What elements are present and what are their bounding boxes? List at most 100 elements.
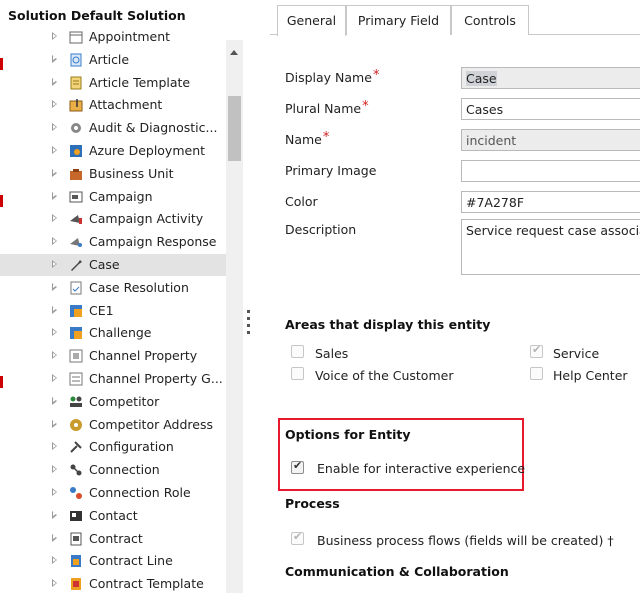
expand-arrow-icon[interactable] (52, 214, 57, 223)
tree-item[interactable]: Business Unit (0, 163, 226, 185)
tab-general[interactable]: General (277, 5, 346, 36)
attachment-icon (68, 97, 84, 113)
expand-arrow-icon[interactable] (52, 146, 57, 154)
primary-image-select[interactable] (461, 160, 640, 182)
help-center-checkbox[interactable] (530, 367, 543, 380)
voice-of-customer-checkbox[interactable] (291, 367, 304, 380)
service-label: Service (553, 346, 600, 361)
interactive-experience-label: Enable for interactive experience (317, 461, 526, 476)
connection-role-icon (68, 485, 84, 501)
tree-item[interactable]: Channel Property (0, 345, 226, 367)
azure-deployment-icon (68, 143, 84, 159)
expand-arrow-icon[interactable] (52, 488, 57, 496)
tree-item[interactable]: Contact (0, 505, 226, 527)
expand-arrow-icon[interactable] (52, 465, 57, 474)
sales-checkbox[interactable] (291, 345, 304, 358)
expand-arrow-icon[interactable] (52, 510, 57, 519)
tree-item[interactable]: Article (0, 49, 226, 71)
tree-item[interactable]: Connection (0, 459, 226, 481)
expand-arrow-icon[interactable] (52, 54, 57, 63)
tree-item-label: Appointment (89, 29, 171, 44)
plural-name-label: Plural Name* (285, 99, 369, 116)
expand-arrow-icon[interactable] (52, 77, 57, 86)
required-asterisk: * (322, 130, 330, 145)
process-section-title: Process (285, 496, 340, 511)
color-input[interactable]: #7A278F (461, 191, 640, 213)
tree-item[interactable]: Attachment (0, 94, 226, 116)
voice-of-customer-label: Voice of the Customer (315, 368, 454, 383)
tree-item[interactable]: Campaign Response (0, 231, 226, 253)
tree-item-label: Campaign Activity (89, 211, 204, 227)
tree-item-label: Attachment (89, 97, 163, 113)
tree-item[interactable]: Contract Line (0, 550, 226, 572)
service-checkbox (530, 343, 543, 358)
tree-item[interactable]: Configuration (0, 436, 226, 458)
expand-arrow-icon[interactable] (52, 237, 57, 246)
tree-item[interactable]: Case Resolution (0, 277, 226, 299)
required-asterisk: * (362, 99, 369, 114)
expand-arrow-icon[interactable] (52, 123, 57, 132)
business-unit-icon (68, 166, 84, 182)
tree-item[interactable]: Appointment (0, 28, 226, 48)
expand-arrow-icon[interactable] (52, 579, 57, 588)
tree-item-label: Contract Template (89, 576, 204, 592)
expand-arrow-icon[interactable] (52, 533, 57, 542)
competitor-icon (68, 394, 84, 410)
expand-arrow-icon[interactable] (52, 305, 57, 314)
tab-controls[interactable]: Controls (451, 5, 529, 35)
tree-item-label: Challenge (89, 325, 152, 341)
description-textarea[interactable]: Service request case associat (461, 219, 640, 275)
campaign-activity-icon (68, 211, 84, 227)
tree-scrollbar[interactable] (226, 40, 243, 593)
scroll-up-arrow-icon[interactable] (230, 50, 238, 55)
pane-splitter-handle[interactable] (247, 310, 251, 344)
display-name-input[interactable]: Case (461, 67, 640, 89)
tree-item[interactable]: Audit & Diagnostic... (0, 117, 226, 139)
tree-item[interactable]: Article Template (0, 72, 226, 94)
scroll-thumb[interactable] (228, 96, 241, 161)
expand-arrow-icon[interactable] (52, 32, 57, 40)
tree-item[interactable]: Campaign Activity (0, 208, 226, 230)
channel-property-group-icon (68, 371, 84, 387)
tree-item[interactable]: Contract (0, 528, 226, 550)
contact-icon (68, 508, 84, 524)
expand-arrow-icon[interactable] (52, 396, 57, 405)
expand-arrow-icon[interactable] (52, 282, 57, 291)
business-process-flows-label: Business process flows (fields will be c… (317, 533, 614, 548)
expand-arrow-icon[interactable] (52, 374, 57, 382)
expand-arrow-icon[interactable] (52, 419, 57, 428)
expand-arrow-icon[interactable] (52, 442, 57, 451)
tree-item[interactable]: Azure Deployment (0, 140, 226, 162)
expand-arrow-icon[interactable] (52, 191, 57, 200)
display-name-label: Display Name* (285, 68, 380, 85)
tree-item[interactable]: Challenge (0, 322, 226, 344)
tree-item[interactable]: Campaign (0, 186, 226, 208)
areas-section-title: Areas that display this entity (285, 317, 491, 332)
expand-arrow-icon[interactable] (52, 260, 57, 268)
expand-arrow-icon[interactable] (52, 328, 57, 337)
expand-arrow-icon[interactable] (52, 168, 57, 177)
article-icon (68, 52, 84, 68)
expand-arrow-icon[interactable] (52, 351, 57, 360)
expand-arrow-icon[interactable] (52, 556, 57, 565)
tree-item[interactable]: CE1 (0, 300, 226, 322)
expand-arrow-icon[interactable] (52, 100, 57, 109)
tree-item-label: Campaign (89, 188, 153, 204)
tree-item[interactable]: Channel Property G... (0, 368, 226, 390)
tab-primary-field[interactable]: Primary Field (346, 5, 451, 35)
plural-name-input[interactable]: Cases (461, 98, 640, 120)
tree-item-label: Article Template (89, 74, 191, 90)
tree-item[interactable]: Competitor (0, 391, 226, 413)
tree-item-label: Audit & Diagnostic... (89, 120, 218, 136)
tree-item[interactable]: Connection Role (0, 482, 226, 504)
tree-item[interactable]: Competitor Address (0, 414, 226, 436)
required-asterisk: * (372, 68, 380, 83)
interactive-experience-checkbox[interactable] (291, 459, 304, 474)
primary-image-label: Primary Image (285, 163, 377, 178)
tree-item-label: Case Resolution (89, 279, 189, 295)
tree-item[interactable]: Contract Template (0, 573, 226, 593)
solution-title: Solution Default Solution (8, 8, 186, 23)
tree-item[interactable]: Case (0, 254, 226, 276)
entity-icon (68, 303, 84, 319)
sales-label: Sales (315, 346, 349, 361)
